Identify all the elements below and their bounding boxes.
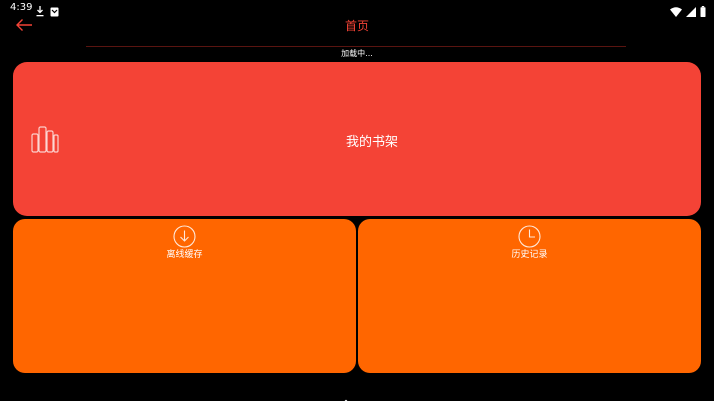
page-title: 首页 [344, 19, 369, 33]
history-label: 历史记录 [511, 250, 548, 260]
loading-text: 加载中... [341, 49, 373, 58]
bookshelf-card[interactable]: 我的书架 [13, 62, 701, 216]
app-screen: 4:39 首页 加载中... 我的书架 离线缓存 历史记录 [0, 0, 714, 401]
page-indicator [0, 392, 714, 401]
page-dot[interactable] [355, 392, 361, 401]
status-time: 4:39 [10, 2, 33, 13]
offline-cache-card[interactable]: 离线缓存 [13, 219, 356, 373]
bookshelf-label: 我的书架 [345, 135, 398, 150]
loading-divider [86, 46, 626, 47]
status-bar: 4:39 [0, 0, 714, 17]
page-dot[interactable] [366, 392, 372, 401]
home-icon[interactable] [342, 392, 350, 401]
offline-cache-label: 离线缓存 [166, 250, 203, 260]
app-bar: 首页 [0, 16, 714, 42]
history-card[interactable]: 历史记录 [358, 219, 701, 373]
